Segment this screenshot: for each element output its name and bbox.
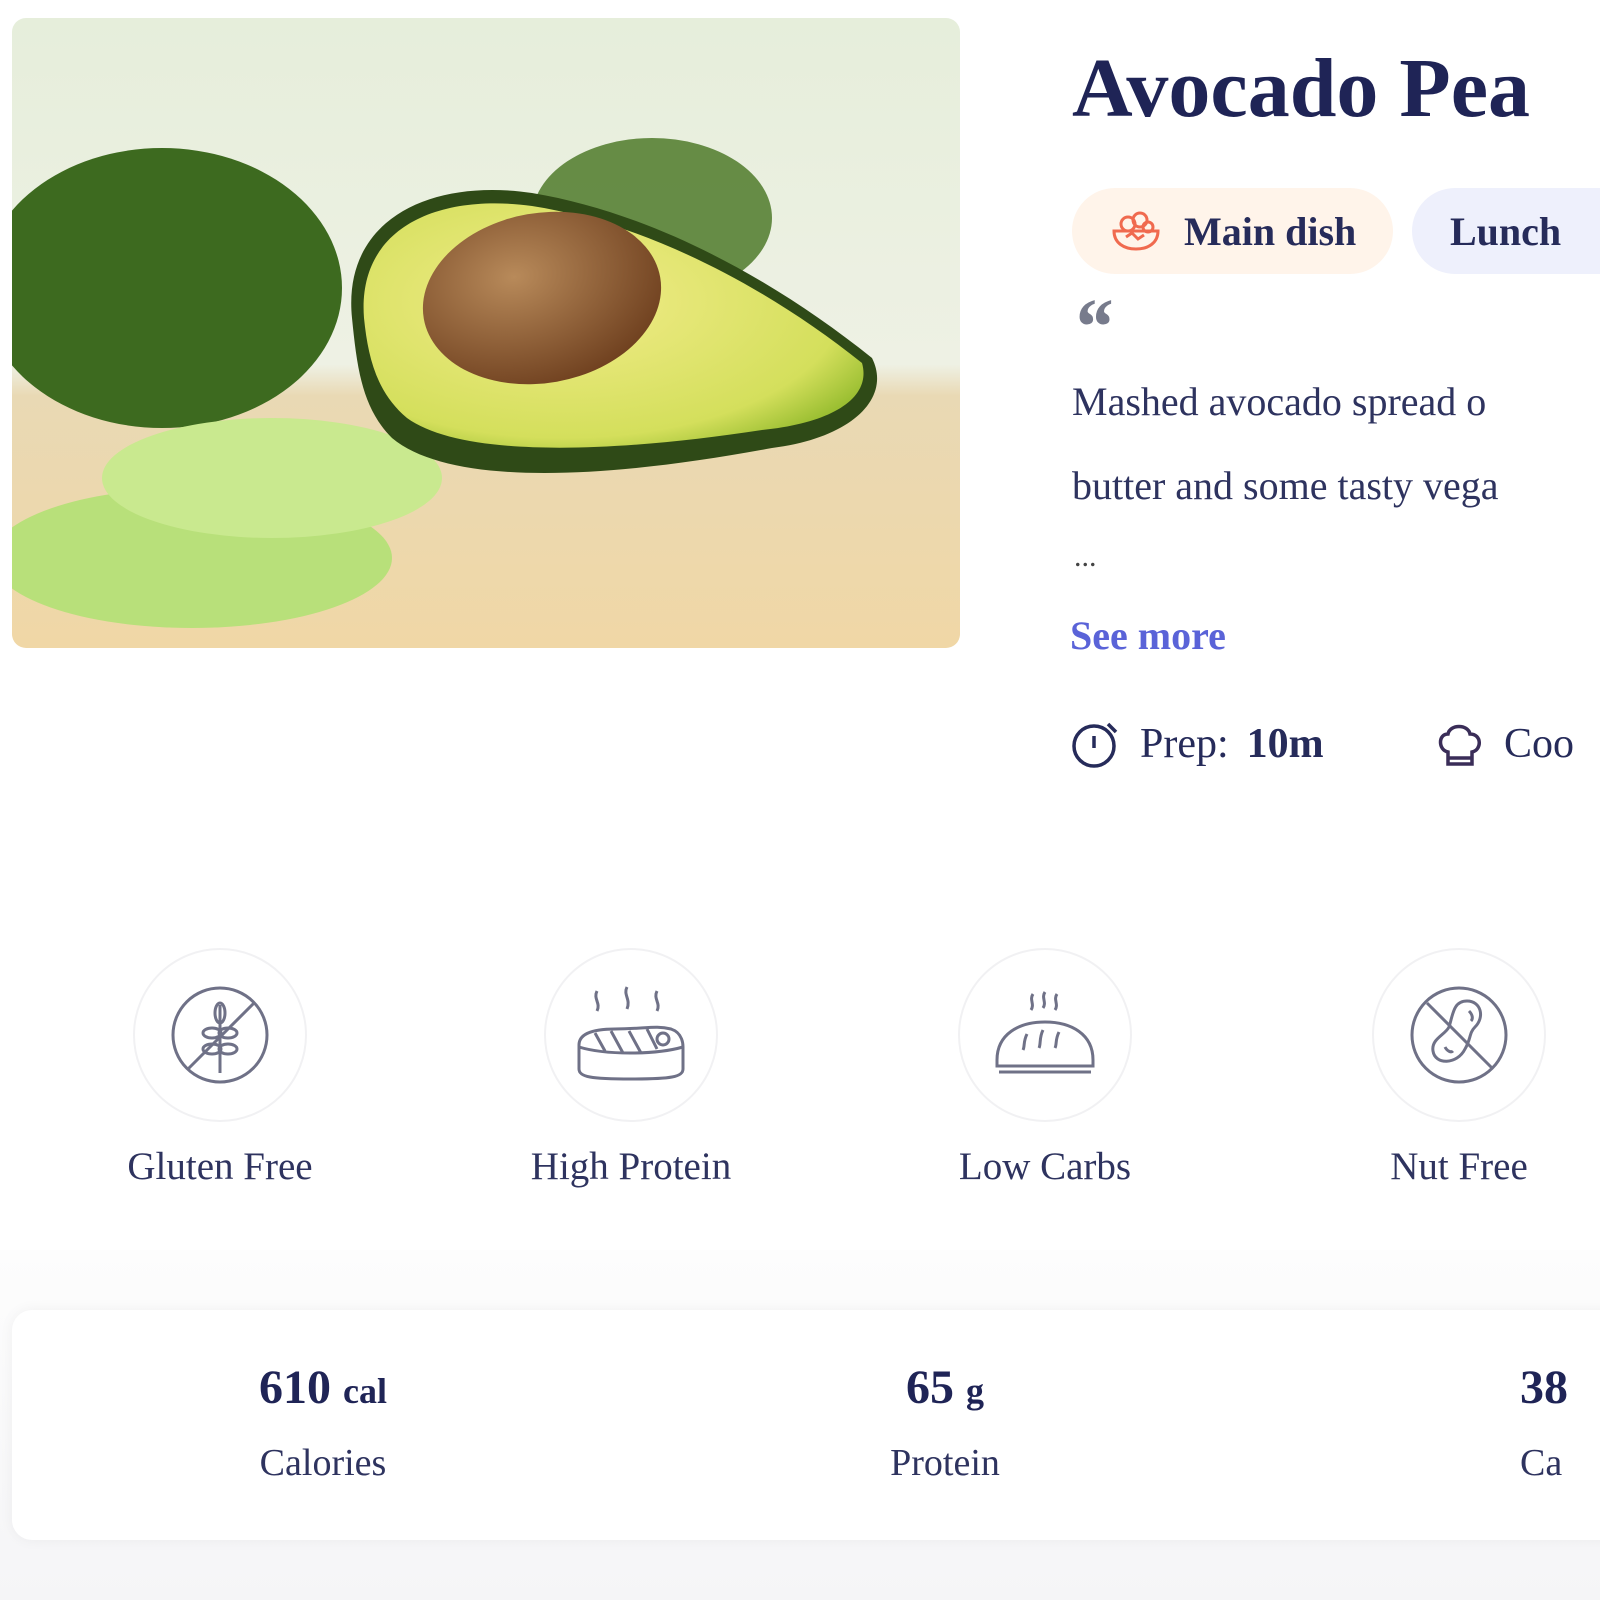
nutrition-value: 38: [1520, 1361, 1568, 1414]
nutrition-label: Ca: [1520, 1442, 1563, 1484]
ellipsis: ...: [1074, 540, 1097, 573]
nutrition-value: 610: [259, 1361, 332, 1414]
recipe-title: Avocado Pea: [1072, 42, 1531, 135]
nutrition-calories: 610 cal Calories: [259, 1360, 387, 1485]
diet-gluten-free: Gluten Free: [70, 948, 370, 1189]
diet-label: Nut Free: [1390, 1145, 1528, 1188]
see-more-link[interactable]: See more: [1070, 612, 1226, 659]
nutrition-card: [12, 1310, 1600, 1540]
diet-low-carbs: Low Carbs: [895, 948, 1195, 1189]
tag-label: Lunch: [1450, 208, 1562, 254]
nutrition-value: 65: [906, 1361, 954, 1414]
recipe-image: [12, 18, 960, 648]
nutrition-protein: 65 g Protein: [890, 1360, 1000, 1485]
diet-nut-free: Nut Free: [1309, 948, 1600, 1189]
diet-high-protein: High Protein: [481, 948, 781, 1189]
bread-icon: [995, 991, 1095, 1074]
stopwatch-icon: [1072, 722, 1118, 768]
tag-label: Main dish: [1184, 208, 1357, 254]
recipe-description: Mashed avocado spread o butter and some …: [1072, 360, 1499, 528]
description-line: Mashed avocado spread o: [1072, 379, 1487, 424]
prep-time: Prep: 10m: [1070, 718, 1324, 770]
cook-label: Coo: [1504, 721, 1575, 767]
diet-label: High Protein: [530, 1145, 732, 1188]
nutrition-label: Protein: [890, 1442, 1000, 1484]
salad-bowl-icon: [1112, 211, 1160, 251]
tag-main-dish[interactable]: Main dish: [1072, 188, 1393, 274]
steak-icon: [577, 986, 685, 1081]
quote-mark: “: [1072, 284, 1112, 372]
tag-lunch[interactable]: Lunch: [1412, 188, 1600, 274]
nutrition-unit: g: [966, 1371, 984, 1411]
no-nut-icon: [1410, 986, 1508, 1084]
prep-value: 10m: [1246, 721, 1324, 767]
no-gluten-icon: [171, 986, 269, 1084]
nutrition-label: Calories: [259, 1442, 387, 1484]
nutrition-carbs: 38 Ca: [1520, 1360, 1568, 1485]
nutrition-unit: cal: [343, 1371, 387, 1411]
diet-label: Gluten Free: [127, 1145, 313, 1188]
description-line: butter and some tasty vega: [1072, 463, 1499, 508]
chef-hat-icon: [1438, 724, 1481, 766]
diet-label: Low Carbs: [958, 1145, 1132, 1188]
prep-label: Prep:: [1140, 721, 1229, 767]
cook-time: Coo: [1434, 718, 1574, 770]
